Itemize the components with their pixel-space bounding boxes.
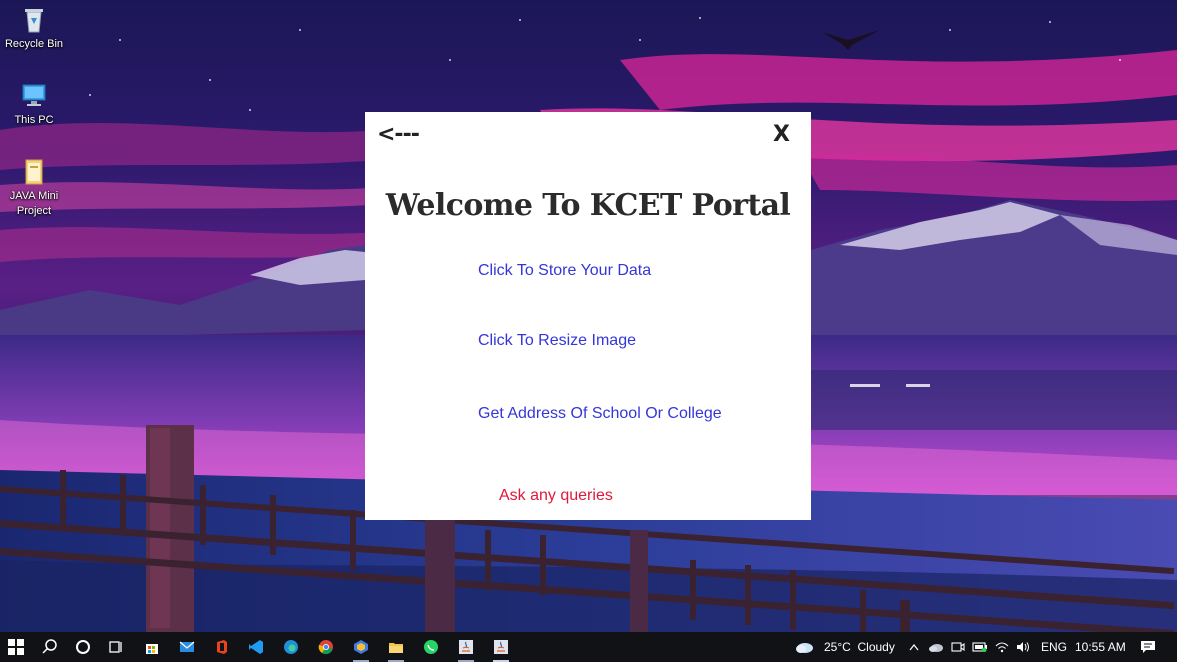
file-explorer-icon[interactable] xyxy=(380,632,412,662)
onedrive-icon[interactable] xyxy=(926,632,946,662)
weather-temperature[interactable]: 25°C Cloudy xyxy=(824,632,895,662)
desktop-icon-recycle-bin[interactable]: Recycle Bin xyxy=(0,4,68,52)
school-address-link[interactable]: Get Address Of School Or College xyxy=(478,405,722,423)
taskbar: 25°C Cloudy ENG 10:55 AM xyxy=(0,632,1177,662)
windows-start-icon[interactable] xyxy=(0,632,32,662)
clock[interactable]: 10:55 AM xyxy=(1075,632,1126,662)
store-data-link[interactable]: Click To Store Your Data xyxy=(478,262,651,280)
meet-now-icon[interactable] xyxy=(948,632,968,662)
search-icon[interactable] xyxy=(34,632,66,662)
desktop-icon-label: Recycle Bin xyxy=(4,38,64,50)
desktop-icon-java-mini-project[interactable]: JAVA Mini Project xyxy=(0,156,68,219)
language-indicator[interactable]: ENG xyxy=(1041,632,1067,662)
java-icon[interactable] xyxy=(485,632,517,662)
app-icon[interactable] xyxy=(345,632,377,662)
computer-icon xyxy=(19,80,49,110)
java-icon[interactable] xyxy=(450,632,482,662)
recycle-bin-icon xyxy=(19,4,49,34)
mail-icon[interactable] xyxy=(171,632,203,662)
notifications-icon[interactable] xyxy=(1137,632,1159,662)
store-icon[interactable] xyxy=(136,632,168,662)
close-button[interactable]: X xyxy=(773,122,790,147)
desktop-icon-label: This PC xyxy=(14,114,54,126)
wifi-icon[interactable] xyxy=(992,632,1012,662)
vscode-icon[interactable] xyxy=(240,632,272,662)
chrome-icon[interactable] xyxy=(310,632,342,662)
back-button[interactable]: <--- xyxy=(377,122,420,147)
ask-queries-link[interactable]: Ask any queries xyxy=(499,487,613,505)
page-title: Welcome To KCET Portal xyxy=(385,188,791,223)
desktop-icon-this-pc[interactable]: This PC xyxy=(0,80,68,128)
office-icon[interactable] xyxy=(206,632,238,662)
cortana-icon[interactable] xyxy=(67,632,99,662)
edge-icon[interactable] xyxy=(275,632,307,662)
kcet-portal-window: <--- X Welcome To KCET Portal Click To S… xyxy=(365,112,811,520)
battery-icon[interactable] xyxy=(970,632,990,662)
cloudy-weather-icon[interactable] xyxy=(790,632,818,662)
whatsapp-icon[interactable] xyxy=(415,632,447,662)
desktop-icon-label: JAVA Mini Project xyxy=(9,190,59,217)
volume-icon[interactable] xyxy=(1013,632,1033,662)
chevron-up-icon[interactable] xyxy=(904,632,924,662)
task-view-icon[interactable] xyxy=(100,632,132,662)
resize-image-link[interactable]: Click To Resize Image xyxy=(478,332,636,350)
folder-icon xyxy=(19,156,49,186)
